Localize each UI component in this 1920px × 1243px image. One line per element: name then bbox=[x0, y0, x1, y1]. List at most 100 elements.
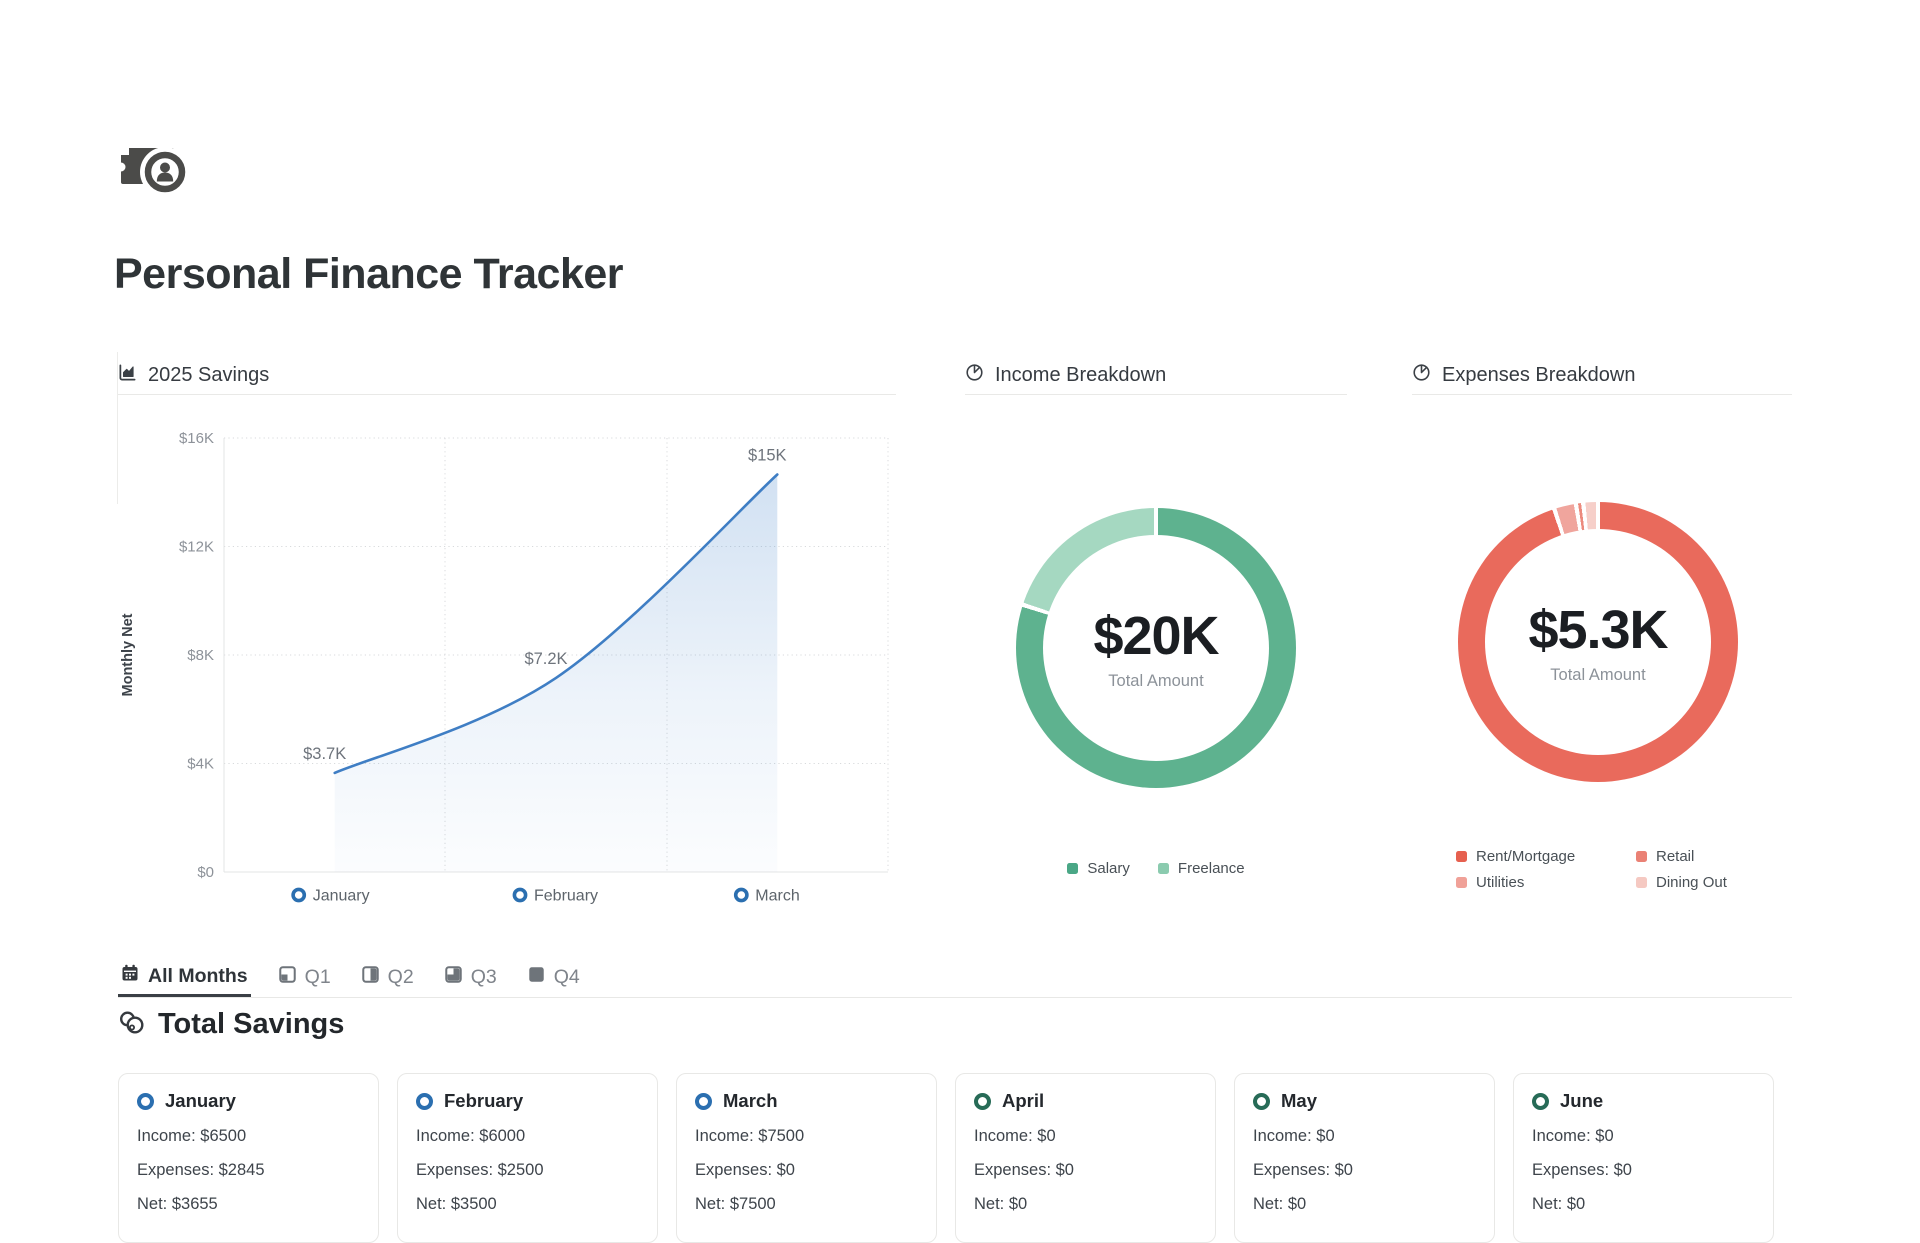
tab-label: Q1 bbox=[305, 966, 331, 989]
calendar-icon bbox=[121, 964, 139, 988]
card-income: Income: $0 bbox=[974, 1128, 1197, 1145]
card-income: Income: $0 bbox=[1253, 1128, 1476, 1145]
card-expenses: Expenses: $0 bbox=[695, 1162, 918, 1179]
legend-item-dining: Dining Out bbox=[1636, 874, 1727, 891]
quarter-2-icon bbox=[362, 966, 379, 989]
card-expenses: Expenses: $0 bbox=[974, 1162, 1197, 1179]
card-income: Income: $6000 bbox=[416, 1128, 639, 1145]
card-month: January bbox=[165, 1090, 236, 1112]
svg-text:March: March bbox=[755, 888, 799, 905]
y-tick: $8K bbox=[187, 647, 214, 664]
card-month: March bbox=[723, 1090, 778, 1112]
y-tick: $16K bbox=[179, 430, 214, 447]
income-donut-chart: $20K Total Amount bbox=[1016, 508, 1296, 788]
month-card-march[interactable]: March Income: $7500 Expenses: $0 Net: $7… bbox=[676, 1073, 937, 1243]
legend-item-retail: Retail bbox=[1636, 848, 1727, 865]
svg-text:$15K: $15K bbox=[748, 447, 787, 465]
total-savings-title: Total Savings bbox=[158, 1008, 344, 1041]
total-savings-header: Total Savings bbox=[118, 1008, 344, 1041]
month-marker-icon bbox=[1532, 1093, 1549, 1110]
tab-label: All Months bbox=[148, 965, 248, 988]
month-cards: January Income: $6500 Expenses: $2845 Ne… bbox=[118, 1073, 1774, 1243]
income-section-header: Income Breakdown bbox=[965, 356, 1347, 395]
expenses-section-header: Expenses Breakdown bbox=[1412, 356, 1792, 395]
legend-label: Salary bbox=[1087, 860, 1130, 877]
savings-section-header: 2025 Savings bbox=[118, 356, 896, 395]
y-tick: $12K bbox=[179, 539, 214, 556]
tab-label: Q4 bbox=[554, 966, 580, 989]
salary-swatch bbox=[1067, 863, 1078, 874]
card-month: April bbox=[1002, 1090, 1044, 1112]
month-card-june[interactable]: June Income: $0 Expenses: $0 Net: $0 bbox=[1513, 1073, 1774, 1243]
card-expenses: Expenses: $0 bbox=[1253, 1162, 1476, 1179]
section-title: Expenses Breakdown bbox=[1442, 364, 1635, 387]
month-card-april[interactable]: April Income: $0 Expenses: $0 Net: $0 bbox=[955, 1073, 1216, 1243]
card-month: February bbox=[444, 1090, 523, 1112]
coins-icon bbox=[118, 1009, 145, 1041]
tab-q1[interactable]: Q1 bbox=[276, 952, 334, 997]
card-expenses: Expenses: $0 bbox=[1532, 1162, 1755, 1179]
tab-label: Q3 bbox=[471, 966, 497, 989]
expenses-total-value: $5.3K bbox=[1528, 599, 1667, 661]
tab-all-months[interactable]: All Months bbox=[118, 952, 251, 997]
income-legend: Salary Freelance bbox=[965, 860, 1347, 877]
savings-area-chart: $16K $12K $8K $4K $0 Monthly Net $3.7K $7… bbox=[118, 406, 898, 922]
card-income: Income: $0 bbox=[1532, 1128, 1755, 1145]
y-tick: $4K bbox=[187, 756, 214, 773]
tab-q4[interactable]: Q4 bbox=[525, 952, 583, 997]
card-income: Income: $7500 bbox=[695, 1128, 918, 1145]
quarter-3-icon bbox=[445, 966, 462, 989]
svg-text:$7.2K: $7.2K bbox=[524, 650, 567, 668]
banknote-portrait-icon bbox=[118, 136, 194, 205]
section-title: Income Breakdown bbox=[995, 364, 1166, 387]
legend-label: Retail bbox=[1656, 848, 1694, 865]
legend-item-rent: Rent/Mortgage bbox=[1456, 848, 1628, 865]
month-card-may[interactable]: May Income: $0 Expenses: $0 Net: $0 bbox=[1234, 1073, 1495, 1243]
svg-text:$3.7K: $3.7K bbox=[303, 745, 346, 763]
month-marker-icon bbox=[695, 1093, 712, 1110]
pie-chart-icon bbox=[1412, 363, 1431, 388]
donut-center: $5.3K Total Amount bbox=[1485, 529, 1711, 755]
retail-swatch bbox=[1636, 851, 1647, 862]
legend-item-utilities: Utilities bbox=[1456, 874, 1628, 891]
month-marker-icon bbox=[974, 1093, 991, 1110]
quarter-1-icon bbox=[279, 966, 296, 989]
quarter-4-icon bbox=[528, 966, 545, 989]
pie-chart-icon bbox=[965, 363, 984, 388]
legend-label: Rent/Mortgage bbox=[1476, 848, 1575, 865]
legend-label: Freelance bbox=[1178, 860, 1245, 877]
legend-item-freelance: Freelance bbox=[1158, 860, 1245, 877]
donut-center: $20K Total Amount bbox=[1043, 535, 1269, 761]
y-axis-label: Monthly Net bbox=[120, 613, 136, 696]
income-total-caption: Total Amount bbox=[1108, 672, 1203, 691]
card-expenses: Expenses: $2845 bbox=[137, 1162, 360, 1179]
month-marker-icon bbox=[137, 1093, 154, 1110]
freelance-swatch bbox=[1158, 863, 1169, 874]
svg-text:February: February bbox=[534, 888, 598, 905]
month-card-january[interactable]: January Income: $6500 Expenses: $2845 Ne… bbox=[118, 1073, 379, 1243]
area-fill bbox=[335, 475, 778, 873]
month-marker-icon bbox=[416, 1093, 433, 1110]
svg-text:January: January bbox=[313, 888, 370, 905]
rent-swatch bbox=[1456, 851, 1467, 862]
dining-swatch bbox=[1636, 877, 1647, 888]
legend-item-salary: Salary bbox=[1067, 860, 1130, 877]
tab-q3[interactable]: Q3 bbox=[442, 952, 500, 997]
page-title[interactable]: Personal Finance Tracker bbox=[114, 250, 623, 299]
expenses-donut-chart: $5.3K Total Amount bbox=[1458, 502, 1738, 782]
card-month: May bbox=[1281, 1090, 1317, 1112]
card-income: Income: $6500 bbox=[137, 1128, 360, 1145]
tab-q2[interactable]: Q2 bbox=[359, 952, 417, 997]
card-expenses: Expenses: $2500 bbox=[416, 1162, 639, 1179]
utilities-swatch bbox=[1456, 877, 1467, 888]
month-marker-icon bbox=[1253, 1093, 1270, 1110]
income-total-value: $20K bbox=[1093, 605, 1218, 667]
expenses-total-caption: Total Amount bbox=[1550, 666, 1645, 685]
expenses-legend: Rent/Mortgage Retail Utilities Dining Ou… bbox=[1456, 848, 1727, 891]
view-tabs: All Months Q1 Q2 Q3 bbox=[118, 952, 1792, 998]
card-month: June bbox=[1560, 1090, 1603, 1112]
legend-label: Utilities bbox=[1476, 874, 1524, 891]
y-tick: $0 bbox=[197, 864, 214, 881]
legend-label: Dining Out bbox=[1656, 874, 1727, 891]
month-card-february[interactable]: February Income: $6000 Expenses: $2500 N… bbox=[397, 1073, 658, 1243]
